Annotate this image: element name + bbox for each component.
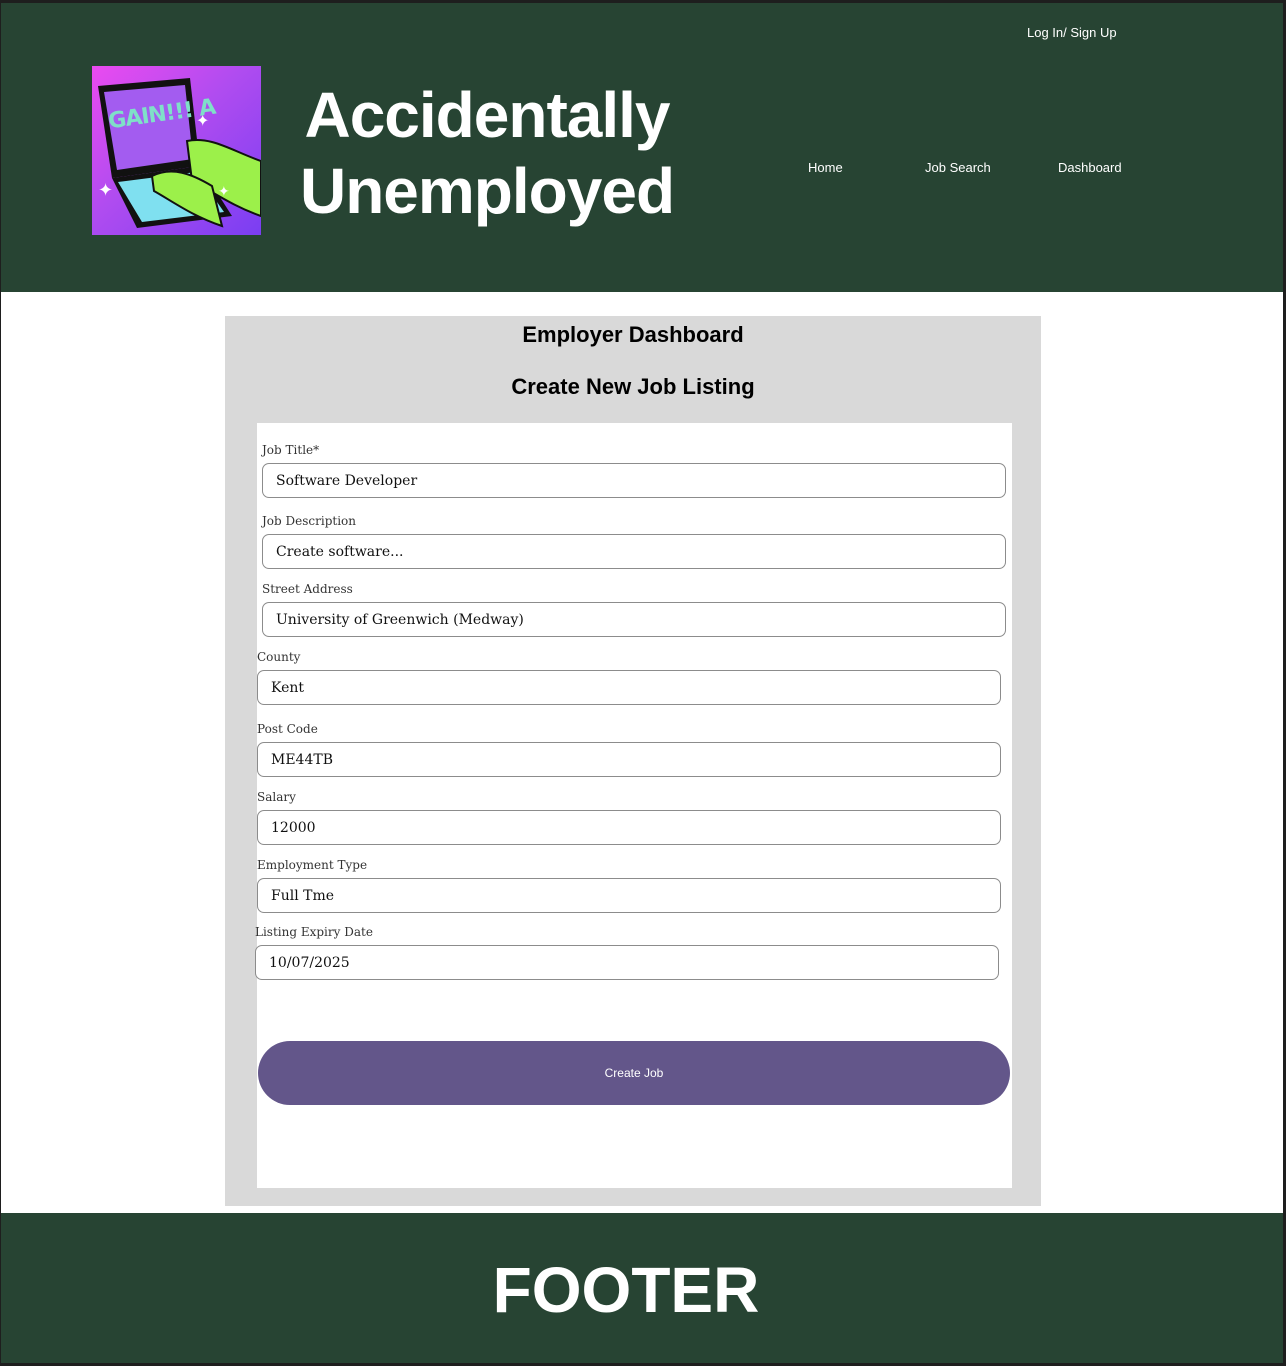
job-title-input[interactable]: Software Developer	[262, 463, 1006, 498]
employment-type-input[interactable]: Full Tme	[257, 878, 1001, 913]
site-logo[interactable]: ✦ ✦ ✦ GAIN!!! A	[92, 66, 261, 235]
nav-dashboard[interactable]: Dashboard	[1058, 160, 1122, 175]
street-address-input[interactable]: University of Greenwich (Medway)	[262, 602, 1006, 637]
county-input[interactable]: Kent	[257, 670, 1001, 705]
footer-text: FOOTER	[492, 1254, 760, 1326]
svg-text:✦: ✦	[218, 184, 230, 200]
county-label: County	[257, 650, 301, 664]
site-footer: FOOTER	[1, 1213, 1283, 1363]
page: ✦ ✦ ✦ GAIN!!! A Accidentally Unemployed …	[1, 3, 1283, 1363]
post-code-label: Post Code	[257, 722, 318, 736]
login-signup-link[interactable]: Log In/ Sign Up	[1027, 25, 1117, 40]
page-title: Employer Dashboard	[522, 322, 744, 347]
create-job-form: Job Title* Software Developer Job Descri…	[255, 423, 1012, 1188]
job-description-label: Job Description	[262, 514, 357, 528]
create-job-button[interactable]: Create Job	[258, 1041, 1010, 1105]
listing-expiry-date-input[interactable]: 10/07/2025	[255, 945, 999, 980]
site-title: Accidentally Unemployed	[297, 77, 677, 229]
site-header: ✦ ✦ ✦ GAIN!!! A Accidentally Unemployed …	[1, 3, 1283, 292]
street-address-label: Street Address	[262, 582, 353, 596]
svg-text:✦: ✦	[98, 180, 113, 201]
salary-input[interactable]: 12000	[257, 810, 1001, 845]
job-description-input[interactable]: Create software...	[262, 534, 1006, 569]
job-title-label: Job Title*	[262, 443, 320, 457]
nav-job-search[interactable]: Job Search	[925, 160, 991, 175]
site-title-line2: Unemployed	[299, 155, 675, 227]
laptop-typing-illustration: ✦ ✦ ✦	[98, 78, 261, 228]
post-code-input[interactable]: ME44TB	[257, 742, 1001, 777]
listing-expiry-date-label: Listing Expiry Date	[255, 925, 373, 939]
form-title: Create New Job Listing	[511, 374, 755, 399]
site-title-line1: Accidentally	[304, 79, 670, 151]
salary-label: Salary	[257, 790, 296, 804]
nav-home[interactable]: Home	[808, 160, 843, 175]
employment-type-label: Employment Type	[257, 858, 368, 872]
employer-dashboard-card: Employer Dashboard Create New Job Listin…	[225, 316, 1041, 1206]
